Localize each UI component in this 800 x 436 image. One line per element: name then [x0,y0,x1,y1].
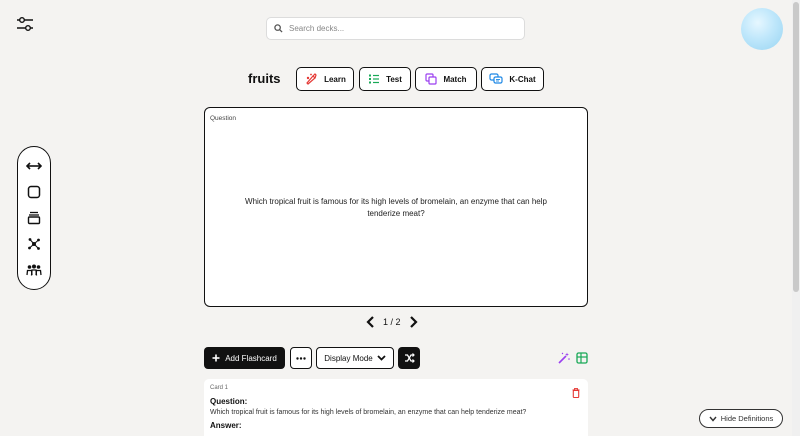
scrollbar-thumb[interactable] [793,2,799,292]
swap-arrows-icon[interactable] [25,157,43,175]
display-mode-dropdown[interactable]: Display Mode [316,347,394,369]
card-number: Card 1 [210,385,229,391]
stack-icon[interactable] [25,209,43,227]
flashcard[interactable]: Question Which tropical fruit is famous … [204,107,588,307]
match-button[interactable]: Match [415,67,477,91]
display-mode-label: Display Mode [324,353,373,363]
chevron-down-icon [709,416,717,422]
chevron-left-icon [366,316,374,328]
list-check-icon [369,74,380,84]
plus-icon [212,354,220,362]
settings-sliders-icon[interactable] [16,14,34,34]
more-options-button[interactable] [290,347,312,369]
search-bar[interactable] [266,17,525,40]
card-counter: 1 / 2 [383,317,401,327]
previous-card-button[interactable] [366,316,375,328]
test-button[interactable]: Test [359,67,411,91]
add-flashcard-label: Add Flashcard [225,353,277,363]
group-icon[interactable] [25,261,43,279]
search-input[interactable] [289,24,509,33]
learn-icon [306,73,317,85]
network-icon[interactable] [25,235,43,253]
chevron-right-icon [409,316,418,328]
next-card-button[interactable] [409,316,418,328]
k-chat-label: K-Chat [509,74,536,84]
flashcard-question-text: Which tropical fruit is famous for its h… [245,197,547,218]
ellipsis-icon [296,356,306,360]
hide-definitions-label: Hide Definitions [720,414,774,423]
test-label: Test [386,74,402,84]
question-text[interactable]: Which tropical fruit is famous for its h… [210,409,582,416]
match-label: Match [443,74,467,84]
learn-button[interactable]: Learn [296,67,354,91]
magic-wand-icon[interactable] [558,351,570,369]
page-scrollbar[interactable] [792,0,800,436]
square-icon[interactable] [25,183,43,201]
shuffle-button[interactable] [398,347,420,369]
side-toolbar [17,146,51,290]
table-grid-icon[interactable] [576,351,588,369]
card-list-item[interactable]: Card 1 Question: Which tropical fruit is… [204,379,588,436]
chevron-down-icon [377,355,386,361]
delete-card-icon[interactable] [572,385,580,403]
flashcard-side-label: Question [210,115,237,122]
add-flashcard-button[interactable]: Add Flashcard [204,347,285,369]
copy-squares-icon [425,73,438,85]
answer-heading: Answer: [210,421,242,430]
learn-label: Learn [324,74,346,84]
deck-title: fruits [248,71,281,86]
chat-bubbles-icon [489,73,503,84]
card-pager: 1 / 2 [366,316,418,328]
hide-definitions-button[interactable]: Hide Definitions [699,409,783,428]
k-chat-button[interactable]: K-Chat [481,67,544,91]
question-heading: Question: [210,397,248,406]
shuffle-icon [404,353,415,363]
avatar[interactable] [741,8,783,50]
search-icon [274,24,283,33]
